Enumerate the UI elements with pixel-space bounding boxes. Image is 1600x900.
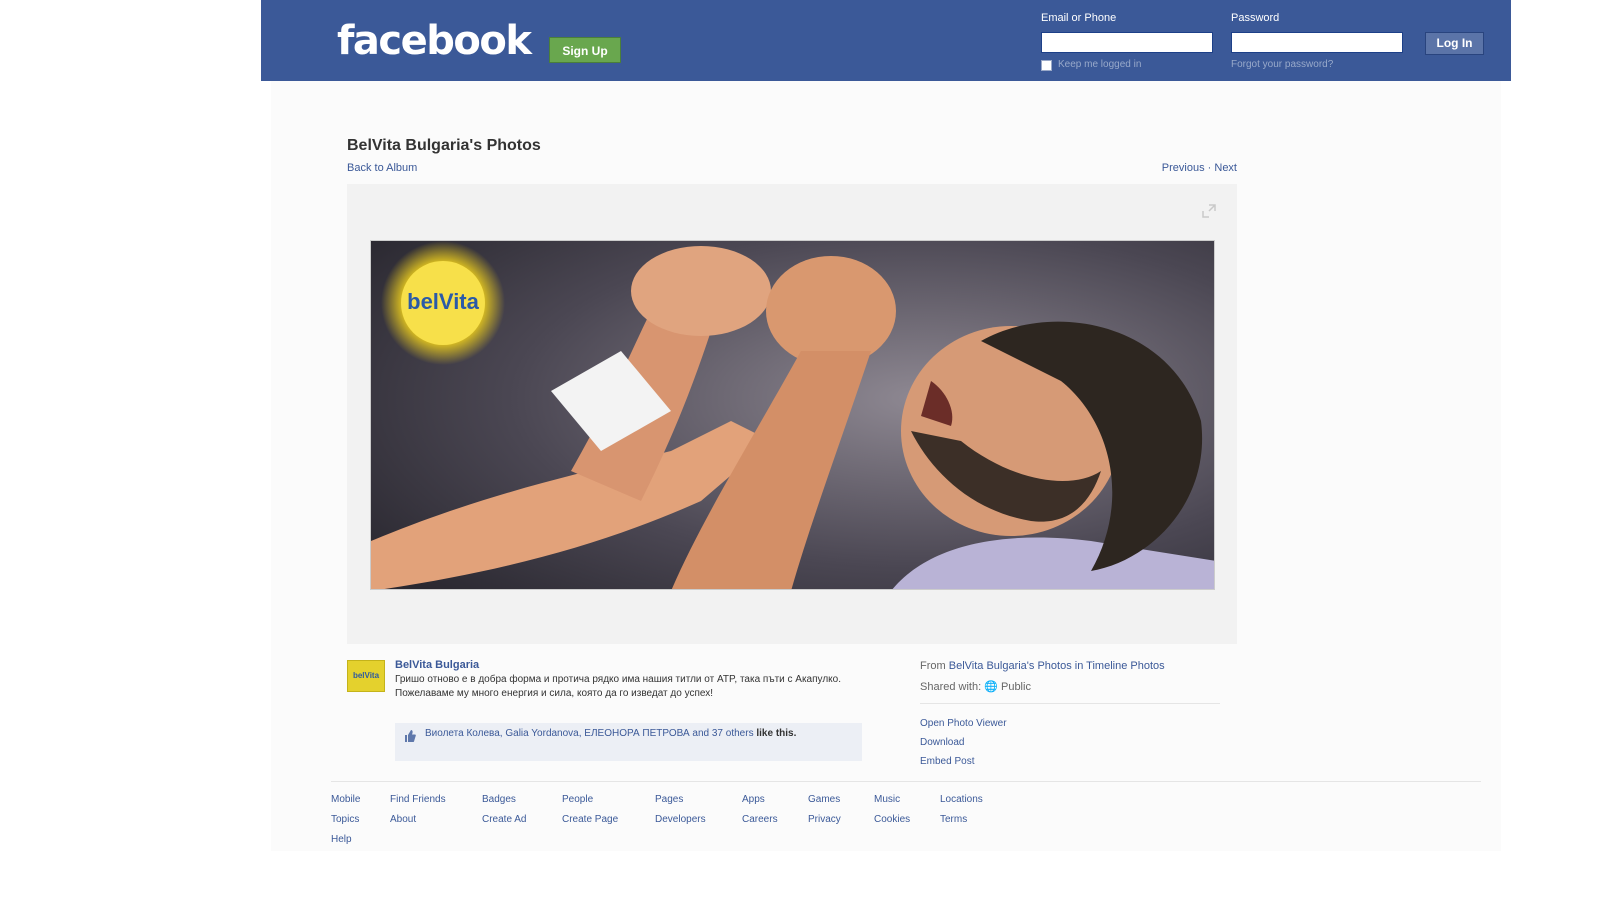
footer-link-create-page[interactable]: Create Page xyxy=(562,814,618,825)
email-label: Email or Phone xyxy=(1041,12,1117,24)
footer-link-terms[interactable]: Terms xyxy=(940,814,967,825)
forgot-password-link[interactable]: Forgot your password? xyxy=(1231,59,1333,70)
belvita-logo-text: belVita xyxy=(407,289,480,314)
page-title: BelVita Bulgaria's Photos xyxy=(347,137,541,154)
top-navigation-bar: facebook Sign Up Email or Phone Password… xyxy=(261,0,1511,81)
photo-caption: Гришо отново е в добра форма и протича р… xyxy=(395,674,841,699)
like-this-text: like this. xyxy=(756,728,797,739)
footer-link-games[interactable]: Games xyxy=(808,794,840,805)
likers-names-link[interactable]: Виолета Колева, Galia Yordanova, ЕЛЕОНОР… xyxy=(425,728,754,739)
password-label: Password xyxy=(1231,12,1280,24)
globe-icon: 🌐 xyxy=(984,681,998,693)
footer-link-topics[interactable]: Topics xyxy=(331,814,359,825)
footer-link-pages[interactable]: Pages xyxy=(655,794,683,805)
expand-icon[interactable] xyxy=(1200,202,1218,220)
keep-logged-in-checkbox[interactable] xyxy=(1041,60,1052,71)
footer-link-create-ad[interactable]: Create Ad xyxy=(482,814,526,825)
footer-link-badges[interactable]: Badges xyxy=(482,794,516,805)
password-field[interactable] xyxy=(1231,32,1403,53)
main-photo[interactable]: belVita xyxy=(370,240,1215,590)
poster-name-link[interactable]: BelVita Bulgaria xyxy=(395,659,479,671)
download-link[interactable]: Download xyxy=(920,737,964,748)
embed-post-link[interactable]: Embed Post xyxy=(920,756,974,767)
shared-with-line: Shared with: 🌐 Public xyxy=(920,680,1031,693)
footer-link-find-friends[interactable]: Find Friends xyxy=(390,794,446,805)
footer-link-mobile[interactable]: Mobile xyxy=(331,794,360,805)
shared-with-label: Shared with: xyxy=(920,681,982,693)
footer-link-cookies[interactable]: Cookies xyxy=(874,814,910,825)
footer-link-locations[interactable]: Locations xyxy=(940,794,983,805)
footer-link-people[interactable]: People xyxy=(562,794,593,805)
footer-link-help[interactable]: Help xyxy=(331,834,352,845)
footer-link-about[interactable]: About xyxy=(390,814,416,825)
back-to-album-link[interactable]: Back to Album xyxy=(347,162,417,174)
footer-divider xyxy=(331,781,1481,782)
likes-box: Виолета Колева, Galia Yordanova, ЕЛЕОНОР… xyxy=(395,723,862,761)
from-label: From xyxy=(920,660,946,672)
thumbs-up-icon xyxy=(403,729,417,743)
sign-up-button[interactable]: Sign Up xyxy=(549,37,621,63)
from-line: From BelVita Bulgaria's Photos in Timeli… xyxy=(920,660,1165,672)
side-divider xyxy=(920,703,1220,704)
keep-logged-in-label: Keep me logged in xyxy=(1058,59,1142,70)
audience-value[interactable]: Public xyxy=(1001,681,1031,693)
footer-link-apps[interactable]: Apps xyxy=(742,794,765,805)
log-in-button[interactable]: Log In xyxy=(1425,32,1484,55)
footer-link-music[interactable]: Music xyxy=(874,794,900,805)
page-avatar[interactable]: belVita xyxy=(347,660,385,692)
footer-link-careers[interactable]: Careers xyxy=(742,814,778,825)
previous-next-links[interactable]: Previous · Next xyxy=(1162,162,1237,174)
footer-link-privacy[interactable]: Privacy xyxy=(808,814,841,825)
from-album-link[interactable]: BelVita Bulgaria's Photos in Timeline Ph… xyxy=(949,660,1165,672)
facebook-logo[interactable]: facebook xyxy=(337,18,532,64)
email-field[interactable] xyxy=(1041,32,1213,53)
open-photo-viewer-link[interactable]: Open Photo Viewer xyxy=(920,718,1007,729)
footer-link-developers[interactable]: Developers xyxy=(655,814,706,825)
